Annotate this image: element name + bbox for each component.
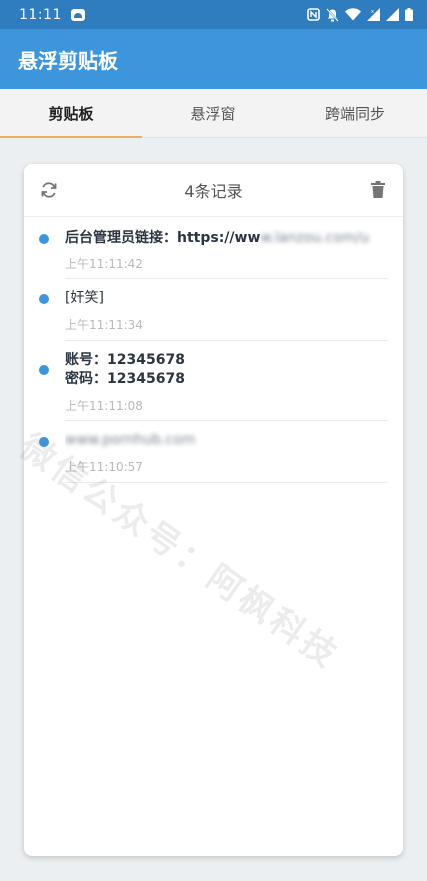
record-time: 上午11:11:08 [65,399,143,413]
record-text-line1: 账号：12345678 [65,352,185,368]
status-time: 11:11 [19,6,62,23]
tab-label: 剪贴板 [48,104,94,123]
record-count: 4条记录 [184,182,243,201]
tab-floating-window[interactable]: 悬浮窗 [142,89,284,137]
list-item[interactable]: 后台管理员链接：https://www.lanzou.com/u 上午11:11… [24,217,403,279]
tab-cross-device-sync[interactable]: 跨端同步 [284,89,426,137]
record-time: 上午11:11:42 [65,257,143,271]
divider [65,482,388,483]
signal-icon-2 [386,8,399,21]
refresh-icon[interactable] [40,181,58,199]
svg-text:x: x [371,9,374,15]
wifi-icon [345,8,361,21]
record-text-line2: 密码：12345678 [65,371,185,387]
nfc-icon [307,8,320,21]
record-text-prefix: 后台管理员链接：https://ww [65,230,261,246]
app-bar: 悬浮剪贴板 [0,29,427,89]
app-title: 悬浮剪贴板 [18,48,118,73]
status-icons: x [307,7,413,22]
mute-icon [326,7,339,22]
list-item[interactable]: www.pornhub.com 上午11:10:57 [24,421,403,483]
record-content: 账号：12345678 密码：12345678 [65,351,391,389]
tab-label: 悬浮窗 [190,104,236,123]
record-content: 后台管理员链接：https://www.lanzou.com/u [65,229,391,248]
signal-icon: x [367,8,380,21]
list-item[interactable]: 账号：12345678 密码：12345678 上午11:11:08 [24,341,403,421]
bullet-dot [39,234,49,244]
records-card: 4条记录 后台管理员链接：https://www.lanzou.com/u 上午… [24,164,403,856]
trash-icon[interactable] [371,181,385,198]
bullet-dot [39,365,49,375]
record-text: [奸笑] [65,290,104,306]
status-bar: 11:11 x [0,0,427,29]
tab-clipboard[interactable]: 剪贴板 [0,89,142,138]
bullet-dot [39,437,49,447]
record-time: 上午11:10:57 [65,460,143,474]
android-notification-icon [70,8,85,21]
list-item[interactable]: [奸笑] 上午11:11:34 [24,279,403,341]
card-header: 4条记录 [24,164,403,217]
record-content: [奸笑] [65,289,391,308]
tab-bar: 剪贴板 悬浮窗 跨端同步 [0,89,427,138]
record-time: 上午11:11:34 [65,318,143,332]
blurred-url: www.pornhub.com [65,432,196,448]
bullet-dot [39,294,49,304]
battery-icon [405,8,413,21]
tab-label: 跨端同步 [324,104,385,123]
record-content: www.pornhub.com [65,431,391,450]
blurred-url: w.lanzou.com/u [260,230,370,246]
